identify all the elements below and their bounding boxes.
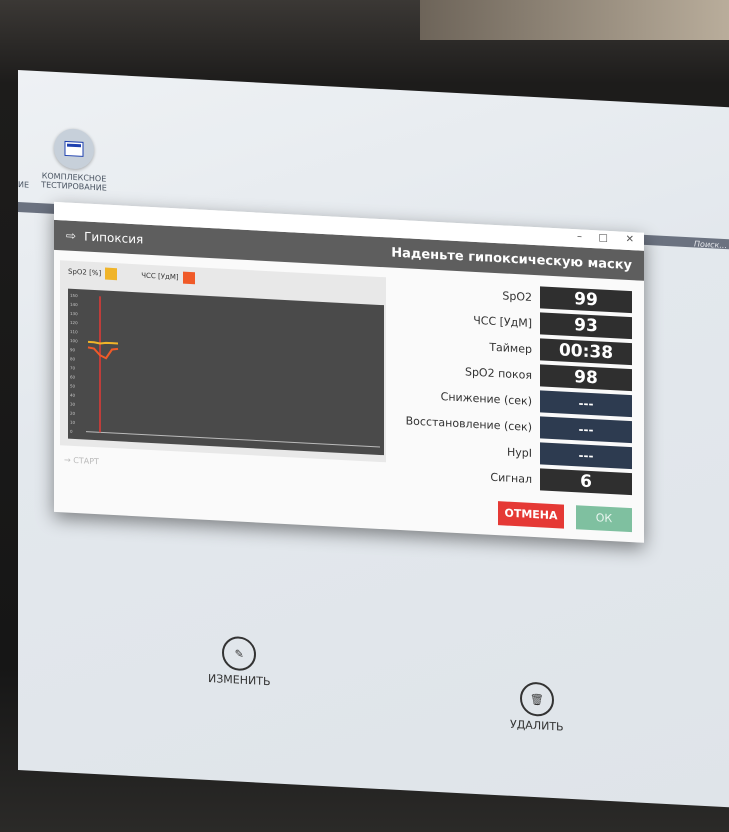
value-label: Таймер [489, 340, 532, 356]
value-label: ЧСС [УдМ] [473, 313, 532, 330]
value-label: SpO2 покоя [464, 364, 532, 382]
y-tick-label: 140 [70, 302, 78, 307]
value-display: --- [540, 390, 632, 418]
y-tick-label: 30 [70, 402, 76, 407]
legend-swatch-spo2 [105, 267, 118, 281]
trash-icon: 🗑 [519, 681, 554, 718]
y-tick-label: 60 [70, 374, 76, 379]
chart-panel: SpO2 [%] ЧСС [УдМ] 150 140 130 120 110 100 90 8… [60, 260, 386, 463]
value-display: --- [540, 442, 632, 470]
value-label: HypI [506, 445, 532, 460]
edit-icon: ✎ [222, 635, 257, 672]
y-tick-label: 150 [70, 293, 78, 298]
value-label: SpO2 [502, 288, 532, 304]
cancel-button[interactable]: ОТМЕНА [498, 501, 564, 529]
y-tick-label: 80 [70, 356, 76, 361]
value-display: 98 [540, 364, 632, 392]
background-light [420, 0, 729, 40]
search-input[interactable]: Поиск... [694, 239, 727, 250]
y-tick-label: 90 [70, 347, 76, 352]
arrow-right-icon: ⇨ [66, 228, 77, 244]
dialog-title: Гипоксия [84, 229, 144, 247]
y-tick-label: 20 [70, 411, 76, 416]
maximize-icon[interactable]: □ [599, 232, 608, 243]
y-tick-label: 110 [70, 329, 78, 334]
edit-button[interactable]: ✎ ИЗМЕНИТЬ [208, 635, 271, 688]
values-panel: SpO2 99 ЧСС [УдМ] 93 Таймер 00:38 SpO2 покоя 98… [382, 277, 632, 498]
value-label: Восстановление (сек) [405, 413, 532, 434]
edit-label: ИЗМЕНИТЬ [208, 671, 271, 689]
value-label: Сигнал [490, 470, 532, 486]
series-line-0 [88, 340, 118, 345]
minimize-icon[interactable]: – [577, 231, 582, 242]
start-button[interactable]: → СТАРТ [64, 455, 99, 466]
ok-button[interactable]: ОК [576, 505, 632, 533]
value-display: --- [540, 416, 632, 444]
y-tick-label: 70 [70, 365, 76, 370]
hypoxia-dialog: – □ ✕ ⇨ Гипоксия Наденьте гипоксическую … [54, 201, 644, 543]
legend-swatch-hr [182, 271, 195, 285]
value-display: 93 [540, 312, 632, 340]
y-tick-label: 10 [70, 420, 76, 425]
series-line-1 [87, 346, 119, 360]
value-label: Снижение (сек) [440, 389, 532, 408]
legend-spo2: SpO2 [%] [68, 266, 118, 281]
value-display: 6 [540, 468, 632, 496]
document-icon [54, 127, 94, 170]
partial-app-label: ИЕ [18, 180, 30, 190]
x-axis [86, 431, 380, 448]
y-tick-label: 120 [70, 320, 78, 325]
complex-test-button[interactable]: КОМПЛЕКСНОЕ ТЕСТИРОВАНИЕ [34, 127, 114, 193]
delete-button[interactable]: 🗑 УДАЛИТЬ [510, 681, 564, 734]
app-screen: ИЕ КОМПЛЕКСНОЕ ТЕСТИРОВАНИЕ Поиск... – □… [18, 70, 729, 808]
y-tick-label: 130 [70, 311, 78, 316]
close-icon[interactable]: ✕ [626, 234, 634, 245]
y-tick-label: 50 [70, 383, 76, 388]
delete-label: УДАЛИТЬ [510, 717, 564, 734]
y-tick-label: 0 [70, 429, 73, 434]
value-display: 00:38 [540, 338, 632, 366]
value-display: 99 [540, 286, 632, 314]
y-tick-label: 100 [70, 338, 78, 343]
legend-hr: ЧСС [УдМ] [141, 269, 195, 285]
y-tick-label: 40 [70, 392, 76, 397]
chart-plot: 1501401301201101009080706050403020100 [68, 288, 384, 456]
